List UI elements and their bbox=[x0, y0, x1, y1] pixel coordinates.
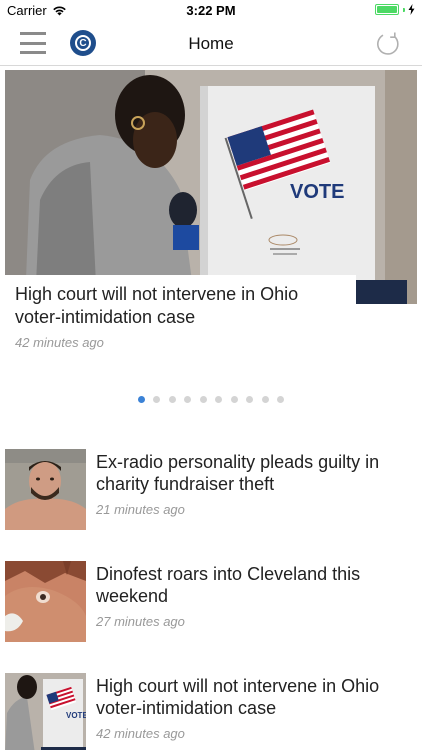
battery-tip bbox=[403, 7, 405, 12]
thumb-vote-text: VOTE bbox=[66, 711, 86, 720]
hero-photo: VOTE bbox=[5, 70, 417, 304]
hamburger-line bbox=[20, 32, 46, 35]
story-headline[interactable]: Ex-radio personality pleads guilty in ch… bbox=[96, 451, 417, 495]
story-headline[interactable]: High court will not intervene in Ohio vo… bbox=[96, 675, 417, 719]
page-dot[interactable] bbox=[184, 396, 192, 403]
hamburger-icon[interactable] bbox=[20, 30, 46, 56]
list-item[interactable]: Ex-radio personality pleads guilty in ch… bbox=[5, 449, 417, 533]
page-dot[interactable] bbox=[153, 396, 161, 403]
story-timestamp: 27 minutes ago bbox=[96, 614, 185, 629]
list-item[interactable]: Dinofest roars into Cleveland this weeke… bbox=[5, 561, 417, 645]
hero-image[interactable]: VOTE bbox=[5, 70, 417, 304]
story-thumbnail[interactable] bbox=[5, 561, 86, 642]
battery-fill bbox=[377, 6, 397, 13]
page-dot[interactable] bbox=[261, 396, 269, 403]
story-timestamp: 21 minutes ago bbox=[96, 502, 185, 517]
booth-vote-text: VOTE bbox=[290, 181, 344, 203]
hero-caption[interactable]: High court will not intervene in Ohio vo… bbox=[5, 275, 356, 354]
voting-booth-photo: VOTE bbox=[5, 673, 86, 750]
dinosaur-photo bbox=[5, 561, 86, 642]
hamburger-line bbox=[20, 51, 46, 54]
page-dot[interactable] bbox=[215, 396, 223, 403]
page-dot[interactable] bbox=[246, 396, 254, 403]
story-text[interactable]: Dinofest roars into Cleveland this weeke… bbox=[96, 563, 417, 629]
page-dot[interactable] bbox=[168, 396, 176, 403]
list-item[interactable]: VOTE High court will not intervene in Oh… bbox=[5, 673, 417, 750]
story-thumbnail[interactable]: VOTE bbox=[5, 673, 86, 750]
page-indicator[interactable] bbox=[0, 396, 422, 403]
status-bar: Carrier 3:22 PM bbox=[0, 0, 422, 22]
page-dot-active[interactable] bbox=[137, 396, 145, 403]
status-right bbox=[375, 4, 415, 15]
story-text[interactable]: High court will not intervene in Ohio vo… bbox=[96, 675, 417, 741]
story-thumbnail[interactable] bbox=[5, 449, 86, 530]
page-title: Home bbox=[188, 34, 234, 53]
story-text[interactable]: Ex-radio personality pleads guilty in ch… bbox=[96, 451, 417, 517]
refresh-icon[interactable] bbox=[374, 30, 402, 58]
story-headline[interactable]: Dinofest roars into Cleveland this weeke… bbox=[96, 563, 417, 607]
nav-bar: C Home bbox=[0, 22, 422, 66]
logo-letter: C bbox=[75, 35, 91, 51]
page-dot[interactable] bbox=[199, 396, 207, 403]
page-dot[interactable] bbox=[230, 396, 238, 403]
charging-bolt-icon bbox=[408, 4, 415, 15]
story-timestamp: 42 minutes ago bbox=[96, 726, 185, 741]
site-logo[interactable]: C bbox=[70, 30, 96, 56]
mugshot-photo bbox=[5, 449, 86, 530]
page-dot[interactable] bbox=[277, 396, 285, 403]
hero-headline[interactable]: High court will not intervene in Ohio vo… bbox=[15, 283, 346, 329]
clock: 3:22 PM bbox=[186, 3, 236, 18]
hero-timestamp: 42 minutes ago bbox=[15, 335, 104, 350]
battery-icon bbox=[375, 4, 399, 15]
hamburger-line bbox=[20, 41, 46, 45]
